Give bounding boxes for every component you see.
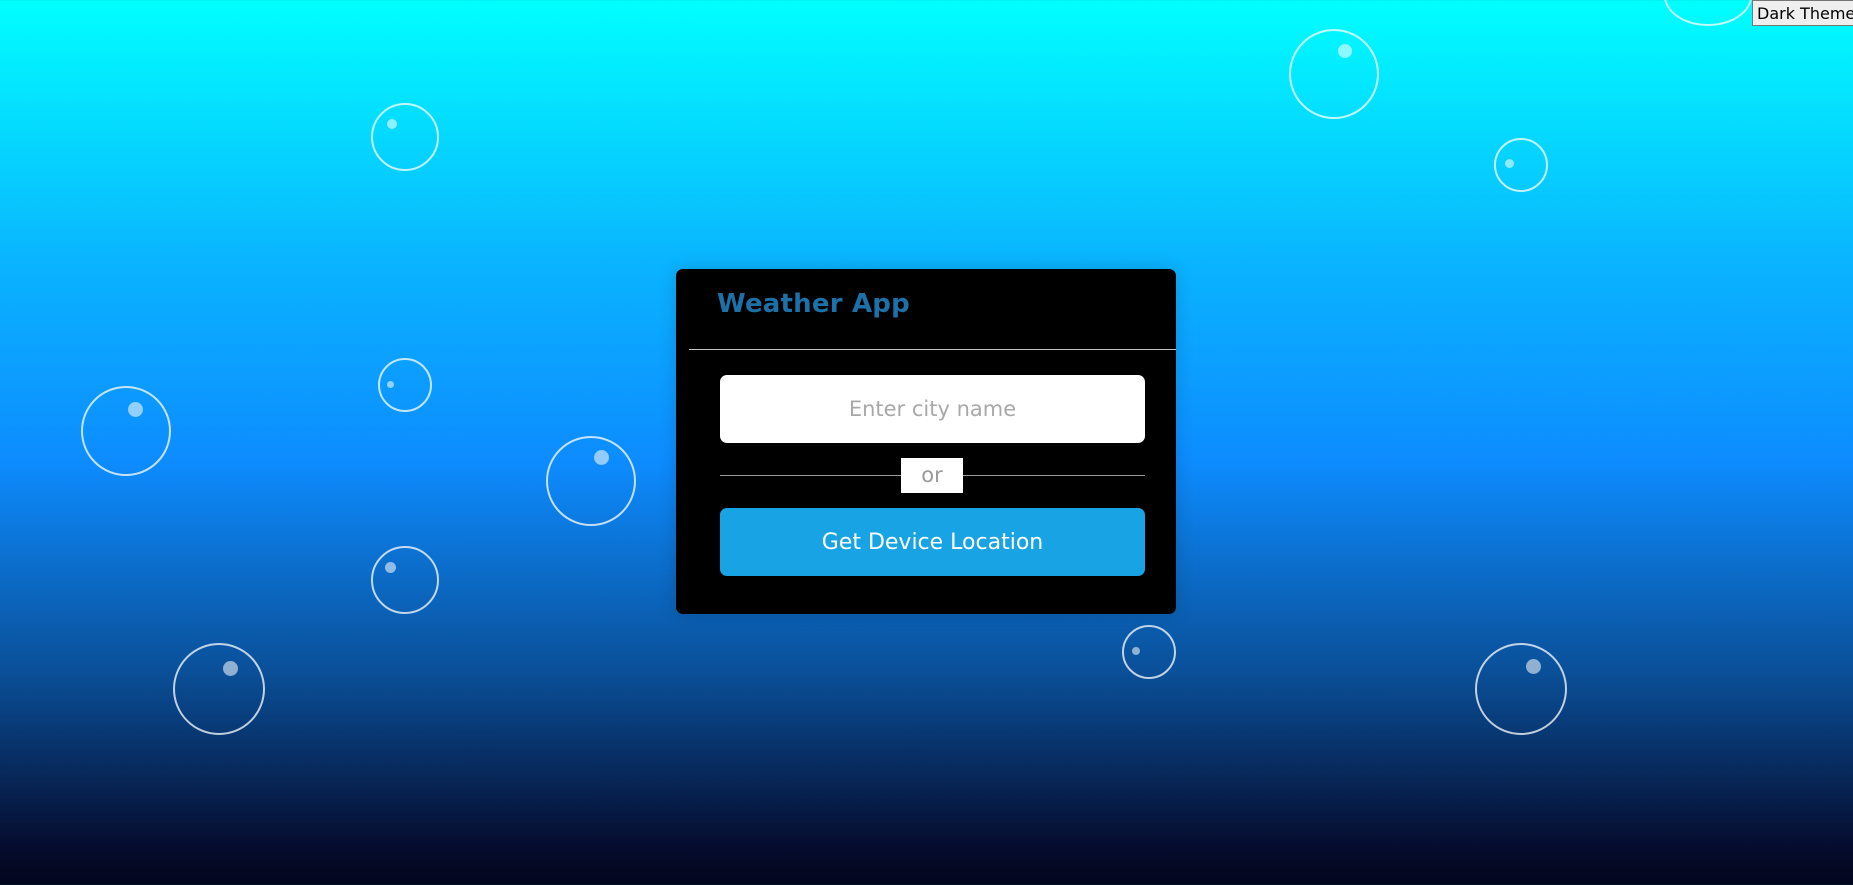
bubble-decoration: [1289, 29, 1379, 119]
weather-card: Weather App or Get Device Location: [676, 269, 1176, 614]
bubble-decoration: [173, 643, 265, 735]
bubble-decoration: [81, 386, 171, 476]
bubble-decoration: [1475, 643, 1567, 735]
bubble-decoration: [1664, 0, 1752, 26]
header-divider: [689, 349, 1176, 350]
bubble-decoration: [371, 103, 439, 171]
bubble-decoration: [1494, 138, 1548, 192]
theme-toggle-button[interactable]: Dark Theme: [1752, 0, 1853, 26]
bubble-decoration: [1122, 625, 1176, 679]
bubble-decoration: [371, 546, 439, 614]
bubble-decoration: [378, 358, 432, 412]
get-device-location-button[interactable]: Get Device Location: [720, 508, 1145, 576]
app-title: Weather App: [717, 289, 910, 319]
bubble-decoration: [546, 436, 636, 526]
separator-label: or: [901, 458, 963, 493]
city-search-input[interactable]: [720, 375, 1145, 443]
